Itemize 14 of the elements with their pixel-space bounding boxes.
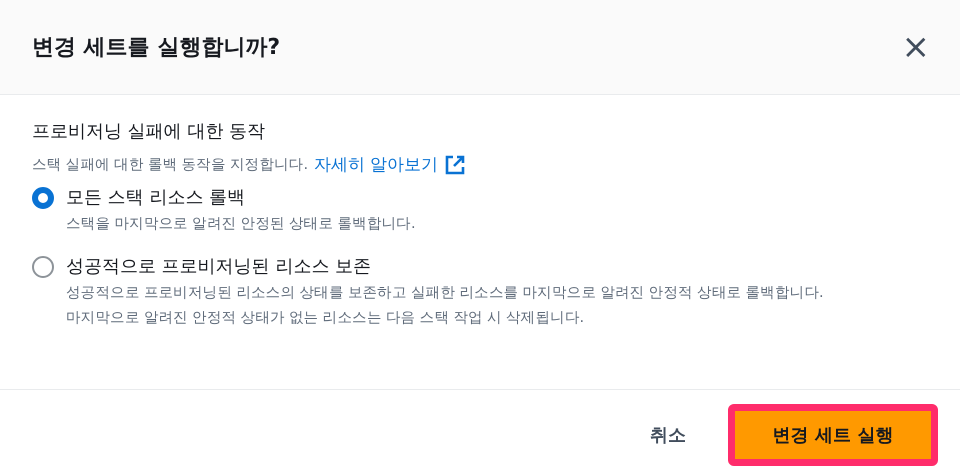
radio-button[interactable] — [32, 256, 54, 278]
section-label: 프로비저닝 실패에 대한 동작 — [32, 120, 266, 144]
radio-button[interactable] — [32, 187, 54, 209]
learn-more-link[interactable]: 자세히 알아보기 — [314, 153, 438, 176]
dialog-title: 변경 세트를 실행합니까? — [32, 34, 280, 62]
option-description: 스택을 마지막으로 알려진 안정된 상태로 롤백합니다. — [66, 215, 416, 234]
run-change-set-button[interactable]: 변경 세트 실행 — [728, 404, 938, 466]
option-label: 성공적으로 프로비저닝된 리소스 보존 — [66, 255, 372, 279]
cancel-button[interactable]: 취소 — [644, 422, 692, 448]
external-link-icon[interactable] — [444, 154, 466, 176]
section-description: 스택 실패에 대한 롤백 동작을 지정합니다. — [32, 156, 308, 174]
option-description: 성공적으로 프로비저닝된 리소스의 상태를 보존하고 실패한 리소스를 마지막으로 알려진 안정적 상태로 롤백합니다. — [66, 284, 824, 303]
option-label: 모든 스택 리소스 롤백 — [66, 186, 246, 210]
option-description: 마지막으로 알려진 안정적 상태가 없는 리소스는 다음 스택 작업 시 삭제됩니다. — [66, 309, 585, 328]
